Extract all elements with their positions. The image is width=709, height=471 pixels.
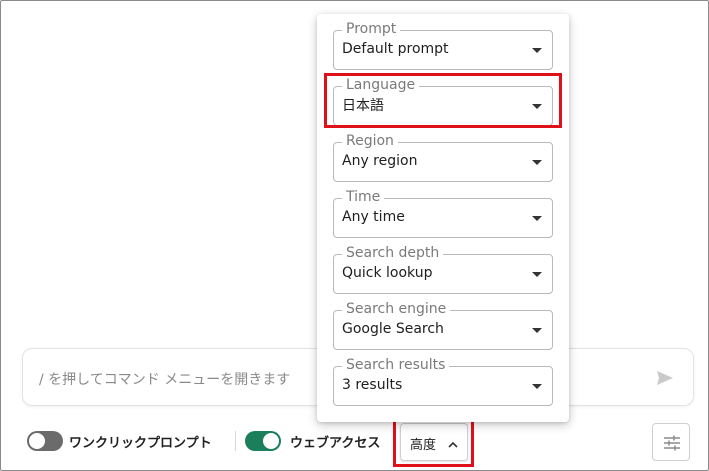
- region-select-label: Region: [342, 133, 398, 149]
- dropdown-arrow-icon: [532, 328, 542, 333]
- search-engine-select-value: Google Search: [342, 321, 444, 337]
- advanced-options-panel: Prompt Default prompt Language 日本語 Regio…: [317, 14, 569, 422]
- app-window: / を押してコマンド メニューを開きます ワンクリックプロンプト ウェブアクセス…: [0, 0, 709, 471]
- search-depth-select[interactable]: Search depth Quick lookup: [333, 245, 553, 294]
- toolbar-divider: [235, 431, 236, 451]
- prompt-select[interactable]: Prompt Default prompt: [333, 21, 553, 70]
- bottom-toolbar: ワンクリックプロンプト ウェブアクセス 高度: [1, 419, 709, 467]
- advanced-highlight-box: [393, 419, 474, 467]
- dropdown-arrow-icon: [532, 160, 542, 165]
- dropdown-arrow-icon: [532, 216, 542, 221]
- toggle-knob: [263, 433, 279, 449]
- prompt-select-value: Default prompt: [342, 41, 449, 57]
- web-access-label: ウェブアクセス: [290, 436, 381, 451]
- dropdown-arrow-icon: [532, 48, 542, 53]
- search-engine-select[interactable]: Search engine Google Search: [333, 301, 553, 350]
- search-results-select[interactable]: Search results 3 results: [333, 357, 553, 406]
- search-depth-select-label: Search depth: [342, 245, 444, 261]
- prompt-select-label: Prompt: [342, 21, 401, 37]
- time-select-value: Any time: [342, 209, 405, 225]
- dropdown-arrow-icon: [532, 384, 542, 389]
- search-depth-select-value: Quick lookup: [342, 265, 433, 281]
- dropdown-arrow-icon: [532, 272, 542, 277]
- one-click-prompt-toggle[interactable]: [27, 431, 63, 451]
- language-highlight-box: [324, 73, 562, 128]
- time-select-label: Time: [342, 189, 385, 205]
- time-select[interactable]: Time Any time: [333, 189, 553, 238]
- toggle-knob: [29, 433, 45, 449]
- search-results-select-value: 3 results: [342, 377, 403, 393]
- one-click-prompt-label: ワンクリックプロンプト: [69, 436, 212, 451]
- search-results-select-label: Search results: [342, 357, 450, 373]
- search-engine-select-label: Search engine: [342, 301, 451, 317]
- settings-button[interactable]: [652, 423, 690, 461]
- sliders-icon: [664, 435, 680, 451]
- region-select-value: Any region: [342, 153, 418, 169]
- web-access-toggle[interactable]: [245, 431, 281, 451]
- chat-input-placeholder: / を押してコマンド メニューを開きます: [39, 372, 291, 388]
- region-select[interactable]: Region Any region: [333, 133, 553, 182]
- send-icon[interactable]: [655, 368, 675, 388]
